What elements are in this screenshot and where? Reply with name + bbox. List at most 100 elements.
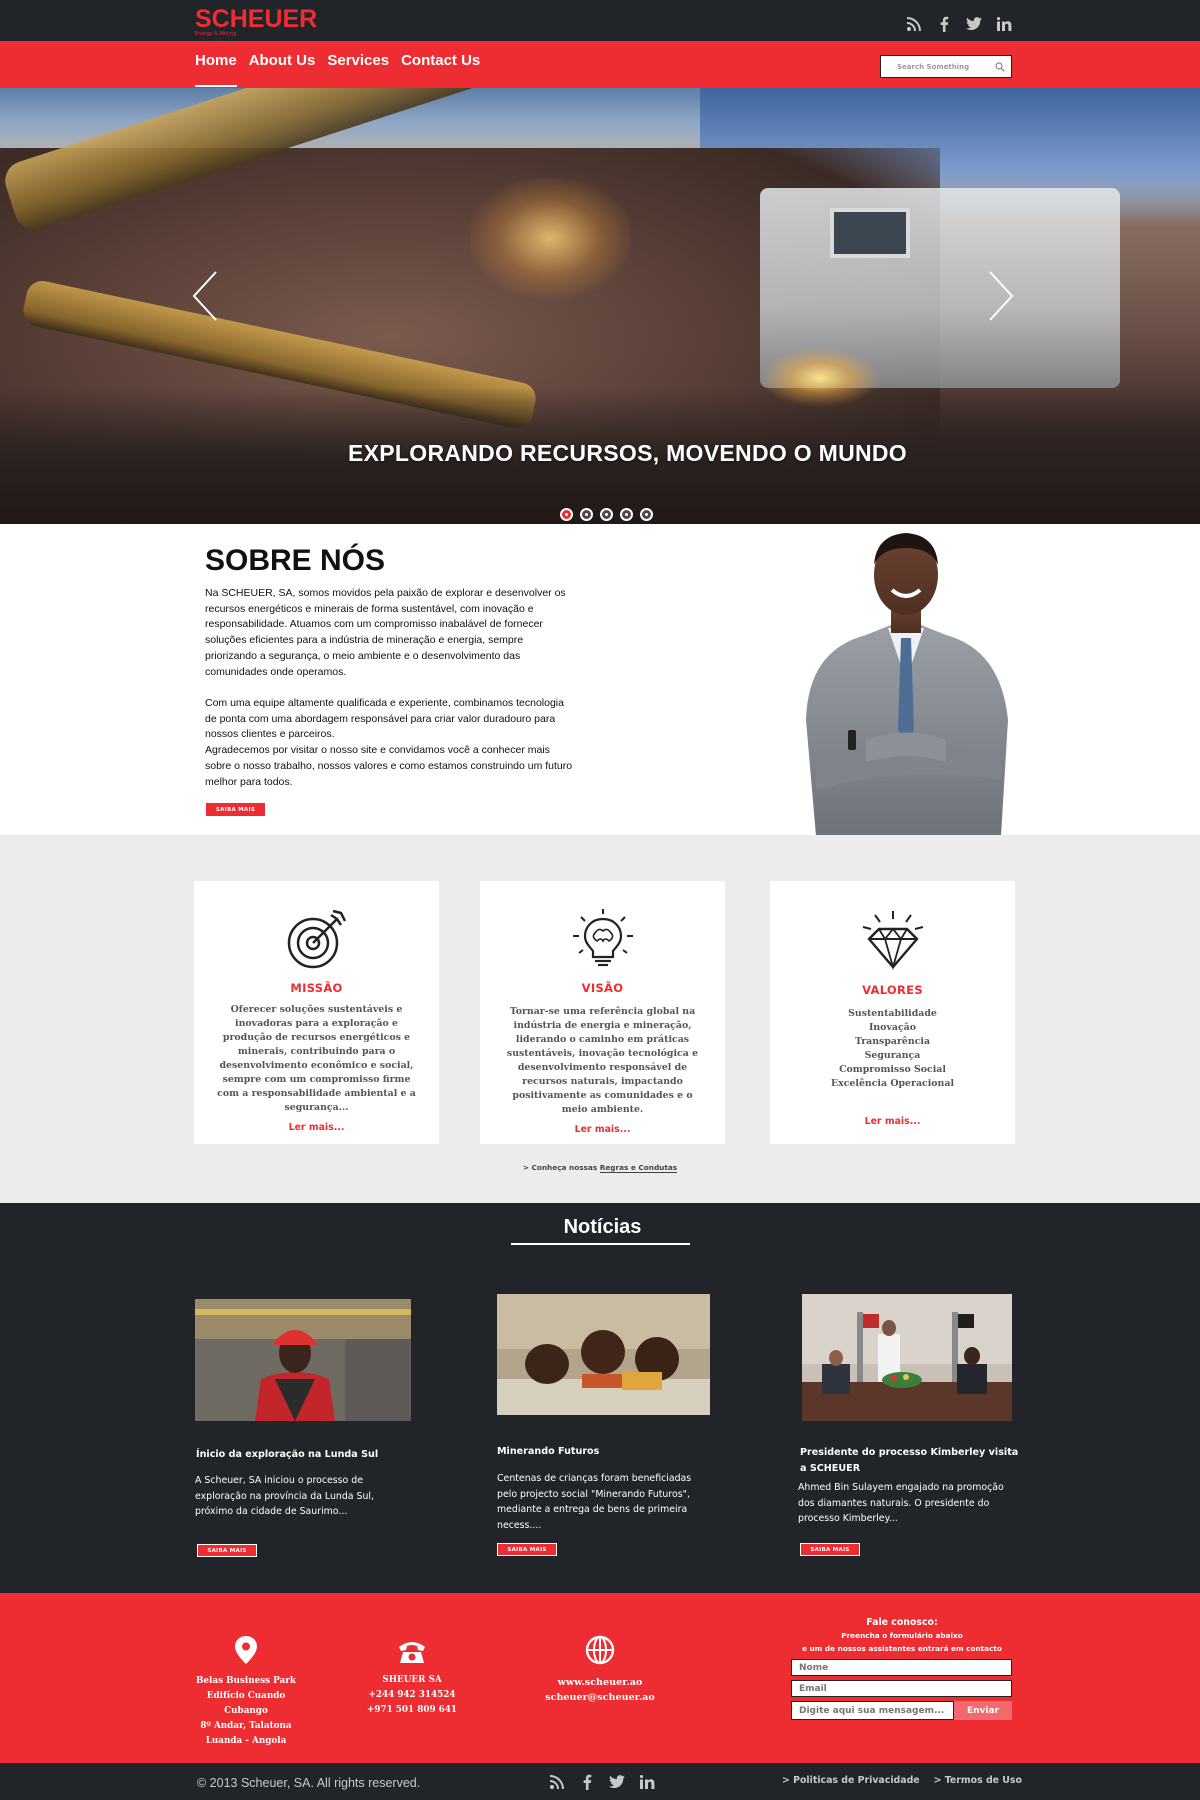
footer: Belas Business Park Edifício Cuando Cuba… bbox=[0, 1593, 1200, 1763]
about-paragraph-2-group: Com uma equipe altamente qualificada e e… bbox=[205, 696, 575, 790]
mission-text: Oferecer soluções sustentáveis e inovado… bbox=[217, 1004, 416, 1113]
message-field[interactable] bbox=[791, 1701, 954, 1720]
news-3-text: Ahmed Bin Sulayem engajado na promoção d… bbox=[798, 1482, 1004, 1524]
email-link[interactable]: scheuer@scheuer.ao bbox=[540, 1690, 660, 1705]
phone-icon bbox=[399, 1642, 425, 1663]
copyright: © 2013 Scheuer, SA. All rights reserved. bbox=[197, 1776, 421, 1790]
search-input[interactable] bbox=[881, 56, 993, 77]
logo-title: SCHEUER bbox=[195, 5, 318, 33]
slider-dot-3[interactable] bbox=[600, 508, 613, 521]
linkedin-icon[interactable] bbox=[996, 16, 1012, 32]
mission-card: MISSÃO Oferecer soluções sustentáveis e … bbox=[194, 881, 439, 1144]
facebook-icon[interactable] bbox=[579, 1774, 595, 1790]
news-image-signing bbox=[802, 1294, 1012, 1421]
linkedin-icon[interactable] bbox=[639, 1774, 655, 1790]
news-2-text: Centenas de crianças foram beneficiadas … bbox=[497, 1473, 692, 1531]
values-list-item: Excelência Operacional bbox=[830, 1078, 955, 1089]
contact-form: Fale conosco: Preencha o formulário abai… bbox=[791, 1616, 1013, 1720]
values-list-item: Segurança bbox=[864, 1050, 921, 1061]
nav-links: Home About Us Services Contact Us bbox=[195, 52, 480, 87]
logo[interactable]: SCHEUER Energy & Mining bbox=[195, 5, 318, 38]
vision-text: Tornar-se uma referência global na indús… bbox=[506, 1006, 699, 1115]
values-card: VALORES Sustentabilidade Inovação Transp… bbox=[770, 881, 1015, 1144]
about-paragraph-2: Com uma equipe altamente qualificada e e… bbox=[205, 697, 564, 741]
rules-prefix: > Conheça nossas bbox=[522, 1163, 600, 1172]
rules-link[interactable]: Regras e Condutas bbox=[599, 1163, 678, 1173]
nav-item-about-us[interactable]: About Us bbox=[249, 52, 316, 87]
contact-form-title: Fale conosco: bbox=[866, 1617, 938, 1628]
phone-company: SHEUER SA bbox=[382, 1675, 442, 1685]
news-3-title[interactable]: Presidente do processo Kimberley visita … bbox=[800, 1445, 1020, 1477]
vision-card: VISÃO Tornar-se uma referência global na… bbox=[480, 881, 725, 1144]
rss-icon[interactable] bbox=[906, 16, 922, 32]
values-section: MISSÃO Oferecer soluções sustentáveis e … bbox=[0, 835, 1200, 1203]
excavator-window bbox=[830, 208, 910, 258]
news-3-more-button[interactable]: SAIBA MAIS bbox=[800, 1543, 860, 1556]
hero-caption: EXPLORANDO RECURSOS, MOVENDO O MUNDO bbox=[347, 440, 907, 466]
slider-dots bbox=[560, 508, 653, 521]
slider-dot-1[interactable] bbox=[560, 508, 573, 521]
name-field[interactable] bbox=[791, 1659, 1012, 1676]
news-1-more-button[interactable]: SAIBA MAIS bbox=[197, 1544, 257, 1557]
nav-item-home[interactable]: Home bbox=[195, 52, 237, 87]
values-list: Sustentabilidade Inovação Transparência … bbox=[793, 1007, 993, 1091]
social-links-bottom bbox=[549, 1774, 655, 1790]
news-1-title[interactable]: Ínicio da exploração na Lunda Sul bbox=[196, 1447, 416, 1463]
phone-number[interactable]: +971 501 809 641 bbox=[364, 1703, 460, 1718]
search-box bbox=[880, 55, 1012, 78]
email-field[interactable] bbox=[791, 1680, 1012, 1697]
hero-slider: EXPLORANDO RECURSOS, MOVENDO O MUNDO bbox=[0, 88, 1200, 524]
location-pin-icon bbox=[235, 1636, 257, 1664]
search-icon[interactable] bbox=[993, 60, 1007, 74]
news-2-more-button[interactable]: SAIBA MAIS bbox=[497, 1543, 557, 1556]
main-nav: Home About Us Services Contact Us bbox=[0, 41, 1200, 88]
values-list-item: Transparência bbox=[854, 1036, 931, 1047]
about-title: SOBRE NÓS bbox=[205, 544, 386, 577]
legal-links: > Politicas de Privacidade > Termos de U… bbox=[782, 1775, 1022, 1786]
mission-read-more-link[interactable]: Ler mais... bbox=[289, 1122, 345, 1133]
twitter-icon[interactable] bbox=[966, 16, 982, 32]
address-line: Luanda - Angola bbox=[205, 1736, 287, 1746]
twitter-icon[interactable] bbox=[609, 1774, 625, 1790]
diamond-icon bbox=[862, 911, 923, 971]
news-2-title[interactable]: Minerando Futuros bbox=[497, 1444, 717, 1460]
contact-form-subtitle-2: e um de nossos assistentes entrará em co… bbox=[802, 1644, 1002, 1653]
globe-icon bbox=[585, 1635, 615, 1665]
slider-prev-arrow[interactable] bbox=[190, 268, 220, 324]
footer-address: Belas Business Park Edifício Cuando Cuba… bbox=[190, 1636, 302, 1749]
slider-dot-5[interactable] bbox=[640, 508, 653, 521]
vision-read-more-link[interactable]: Ler mais... bbox=[575, 1124, 631, 1135]
slider-dot-2[interactable] bbox=[580, 508, 593, 521]
address-line: Belas Business Park bbox=[196, 1676, 296, 1686]
target-icon bbox=[287, 909, 346, 969]
news-title: Notícias bbox=[563, 1216, 642, 1238]
values-read-more-link[interactable]: Ler mais... bbox=[865, 1116, 921, 1127]
news-image-worker bbox=[195, 1299, 411, 1421]
hero-light bbox=[470, 178, 630, 298]
slider-dot-4[interactable] bbox=[620, 508, 633, 521]
values-list-item: Inovação bbox=[868, 1022, 916, 1033]
about-more-button[interactable]: SAIBA MAIS bbox=[206, 803, 265, 816]
rss-icon[interactable] bbox=[549, 1774, 565, 1790]
news-image-children bbox=[497, 1294, 710, 1415]
values-title: VALORES bbox=[862, 983, 923, 997]
footer-web: www.scheuer.ao scheuer@scheuer.ao bbox=[540, 1635, 660, 1705]
vision-title: VISÃO bbox=[581, 981, 624, 995]
address-line: Edifício Cuando Cubango bbox=[206, 1691, 286, 1716]
footer-phone: SHEUER SA +244 942 314524 +971 501 809 6… bbox=[364, 1639, 460, 1718]
website-link[interactable]: www.scheuer.ao bbox=[540, 1675, 660, 1690]
facebook-icon[interactable] bbox=[936, 16, 952, 32]
businessman-photo bbox=[806, 533, 1008, 836]
about-section: SOBRE NÓS Na SCHEUER, SA, somos movidos … bbox=[0, 524, 1200, 836]
nav-item-services[interactable]: Services bbox=[327, 52, 389, 87]
send-button[interactable]: Enviar bbox=[954, 1701, 1012, 1720]
slider-next-arrow[interactable] bbox=[986, 268, 1016, 324]
rules-line: > Conheça nossas Regras e Condutas bbox=[0, 1163, 1200, 1173]
nav-item-contact-us[interactable]: Contact Us bbox=[401, 52, 480, 87]
phone-number[interactable]: +244 942 314524 bbox=[364, 1688, 460, 1703]
social-links-top bbox=[906, 16, 1012, 32]
values-list-item: Compromisso Social bbox=[839, 1064, 946, 1075]
message-row: Enviar bbox=[791, 1701, 1013, 1720]
terms-link[interactable]: > Termos de Uso bbox=[934, 1775, 1022, 1786]
privacy-policy-link[interactable]: > Politicas de Privacidade bbox=[782, 1775, 920, 1786]
